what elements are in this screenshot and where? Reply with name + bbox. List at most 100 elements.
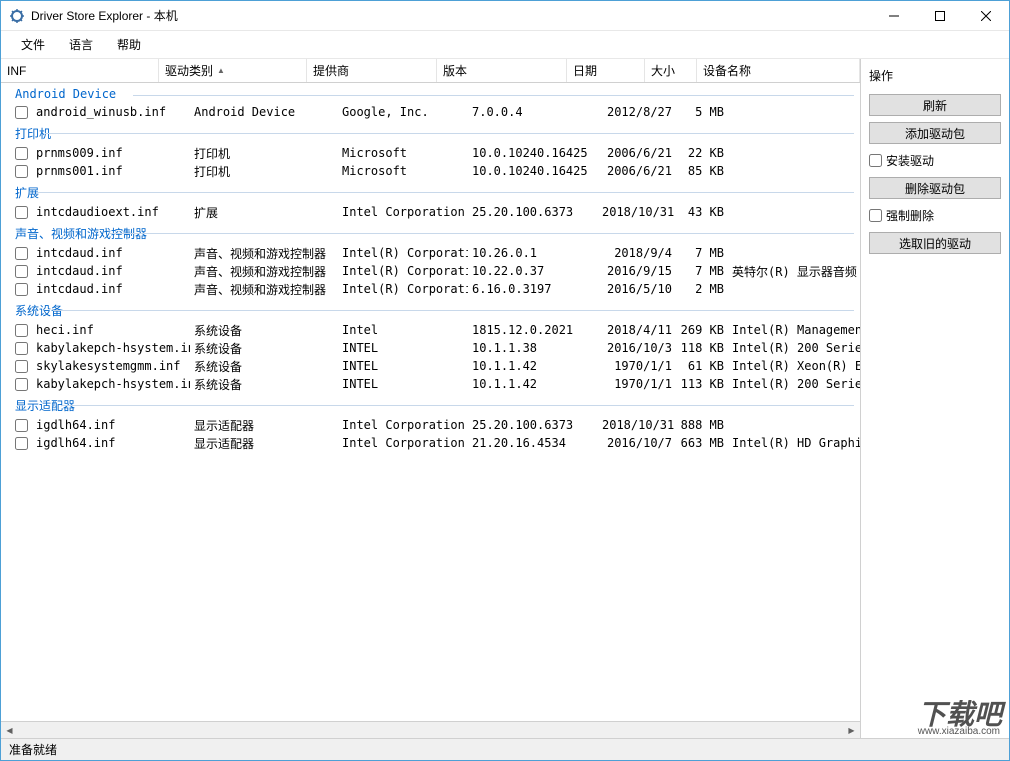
menu-file[interactable]: 文件 (9, 32, 57, 57)
cell-class: 声音、视频和游戏控制器 (190, 245, 338, 262)
cell-device: Intel(R) HD Graphics 630 (728, 436, 860, 450)
cell-inf: heci.inf (32, 323, 190, 337)
menu-help[interactable]: 帮助 (105, 32, 153, 57)
table-row[interactable]: intcdaudioext.inf扩展Intel Corporation25.2… (1, 203, 860, 221)
table-row[interactable]: intcdaud.inf声音、视频和游戏控制器Intel(R) Corporat… (1, 280, 860, 298)
cell-version: 10.26.0.1 (468, 246, 598, 260)
row-checkbox[interactable] (15, 247, 28, 260)
menu-language[interactable]: 语言 (57, 32, 105, 57)
group-header[interactable]: 系统设备 (1, 298, 860, 321)
force-delete-checkbox[interactable] (869, 209, 882, 222)
install-checkbox-label[interactable]: 安装驱动 (869, 150, 1001, 171)
table-row[interactable]: android_winusb.infAndroid DeviceGoogle, … (1, 103, 860, 121)
cell-date: 2016/10/7 (598, 436, 676, 450)
cell-provider: Intel(R) Corporation (338, 264, 468, 278)
scroll-right-icon[interactable]: ▶ (843, 722, 860, 739)
col-header-provider[interactable]: 提供商 (307, 59, 437, 82)
table-row[interactable]: intcdaud.inf声音、视频和游戏控制器Intel(R) Corporat… (1, 244, 860, 262)
table-row[interactable]: igdlh64.inf显示适配器Intel Corporation25.20.1… (1, 416, 860, 434)
actions-panel: 操作 刷新 添加驱动包 安装驱动 删除驱动包 强制删除 选取旧的驱动 (861, 59, 1009, 738)
horizontal-scrollbar[interactable]: ◀ ▶ (1, 721, 860, 738)
maximize-button[interactable] (917, 1, 963, 31)
delete-package-button[interactable]: 删除驱动包 (869, 177, 1001, 199)
table-row[interactable]: igdlh64.inf显示适配器Intel Corporation21.20.1… (1, 434, 860, 452)
table-row[interactable]: prnms009.inf打印机Microsoft10.0.10240.16425… (1, 144, 860, 162)
cell-provider: Microsoft (338, 164, 468, 178)
row-checkbox[interactable] (15, 106, 28, 119)
cell-date: 2016/10/3 (598, 341, 676, 355)
col-header-class[interactable]: 驱动类别▲ (159, 59, 307, 82)
cell-date: 2006/6/21 (598, 146, 676, 160)
row-checkbox[interactable] (15, 265, 28, 278)
cell-date: 2016/5/10 (598, 282, 676, 296)
table-row[interactable]: prnms001.inf打印机Microsoft10.0.10240.16425… (1, 162, 860, 180)
status-text: 准备就绪 (9, 741, 57, 758)
group-header[interactable]: 显示适配器 (1, 393, 860, 416)
cell-inf: prnms009.inf (32, 146, 190, 160)
col-header-device[interactable]: 设备名称 (697, 59, 860, 82)
refresh-button[interactable]: 刷新 (869, 94, 1001, 116)
row-checkbox[interactable] (15, 165, 28, 178)
cell-provider: Microsoft (338, 146, 468, 160)
col-header-version[interactable]: 版本 (437, 59, 567, 82)
col-header-inf[interactable]: INF (1, 59, 159, 82)
table-row[interactable]: heci.inf系统设备Intel1815.12.0.20212018/4/11… (1, 321, 860, 339)
cell-inf: igdlh64.inf (32, 418, 190, 432)
list-header: INF 驱动类别▲ 提供商 版本 日期 大小 设备名称 (1, 59, 860, 83)
row-checkbox[interactable] (15, 206, 28, 219)
table-row[interactable]: kabylakepch-hsystem.inf系统设备INTEL10.1.1.3… (1, 339, 860, 357)
cell-class: 声音、视频和游戏控制器 (190, 281, 338, 298)
force-delete-label: 强制删除 (886, 207, 934, 224)
scroll-left-icon[interactable]: ◀ (1, 722, 18, 739)
table-row[interactable]: skylakesystemgmm.inf系统设备INTEL10.1.1.4219… (1, 357, 860, 375)
install-checkbox[interactable] (869, 154, 882, 167)
row-checkbox[interactable] (15, 324, 28, 337)
group-header[interactable]: Android Device (1, 83, 860, 103)
cell-version: 25.20.100.6373 (468, 205, 598, 219)
minimize-button[interactable] (871, 1, 917, 31)
row-checkbox[interactable] (15, 342, 28, 355)
cell-inf: intcdaud.inf (32, 246, 190, 260)
row-checkbox[interactable] (15, 147, 28, 160)
cell-provider: Intel(R) Corporation (338, 246, 468, 260)
table-row[interactable]: intcdaud.inf声音、视频和游戏控制器Intel(R) Corporat… (1, 262, 860, 280)
row-checkbox[interactable] (15, 378, 28, 391)
cell-size: 118 KB (676, 341, 728, 355)
table-row[interactable]: kabylakepch-hsystem.inf系统设备INTEL10.1.1.4… (1, 375, 860, 393)
cell-device: Intel(R) Management Engine I (728, 323, 860, 337)
cell-class: 系统设备 (190, 340, 338, 357)
select-old-button[interactable]: 选取旧的驱动 (869, 232, 1001, 254)
cell-version: 10.1.1.42 (468, 377, 598, 391)
cell-size: 7 MB (676, 246, 728, 260)
row-checkbox[interactable] (15, 283, 28, 296)
cell-provider: INTEL (338, 377, 468, 391)
cell-inf: android_winusb.inf (32, 105, 190, 119)
col-header-size[interactable]: 大小 (645, 59, 697, 82)
cell-provider: Intel (338, 323, 468, 337)
cell-date: 2016/9/15 (598, 264, 676, 278)
driver-list: INF 驱动类别▲ 提供商 版本 日期 大小 设备名称 Android Devi… (1, 59, 861, 738)
cell-inf: intcdaud.inf (32, 282, 190, 296)
group-header[interactable]: 扩展 (1, 180, 860, 203)
col-header-date[interactable]: 日期 (567, 59, 645, 82)
row-checkbox[interactable] (15, 360, 28, 373)
cell-class: 声音、视频和游戏控制器 (190, 263, 338, 280)
close-button[interactable] (963, 1, 1009, 31)
cell-provider: Intel Corporation (338, 436, 468, 450)
cell-device: Intel(R) 200 Series Chipset (728, 377, 860, 391)
cell-class: 打印机 (190, 163, 338, 180)
add-package-button[interactable]: 添加驱动包 (869, 122, 1001, 144)
row-checkbox[interactable] (15, 419, 28, 432)
cell-size: 2 MB (676, 282, 728, 296)
force-delete-checkbox-label[interactable]: 强制删除 (869, 205, 1001, 226)
cell-size: 888 MB (676, 418, 728, 432)
cell-date: 1970/1/1 (598, 377, 676, 391)
cell-size: 269 KB (676, 323, 728, 337)
group-header[interactable]: 打印机 (1, 121, 860, 144)
cell-size: 7 MB (676, 264, 728, 278)
group-header[interactable]: 声音、视频和游戏控制器 (1, 221, 860, 244)
row-checkbox[interactable] (15, 437, 28, 450)
cell-date: 1970/1/1 (598, 359, 676, 373)
window-title: Driver Store Explorer - 本机 (31, 7, 871, 24)
cell-class: 系统设备 (190, 358, 338, 375)
